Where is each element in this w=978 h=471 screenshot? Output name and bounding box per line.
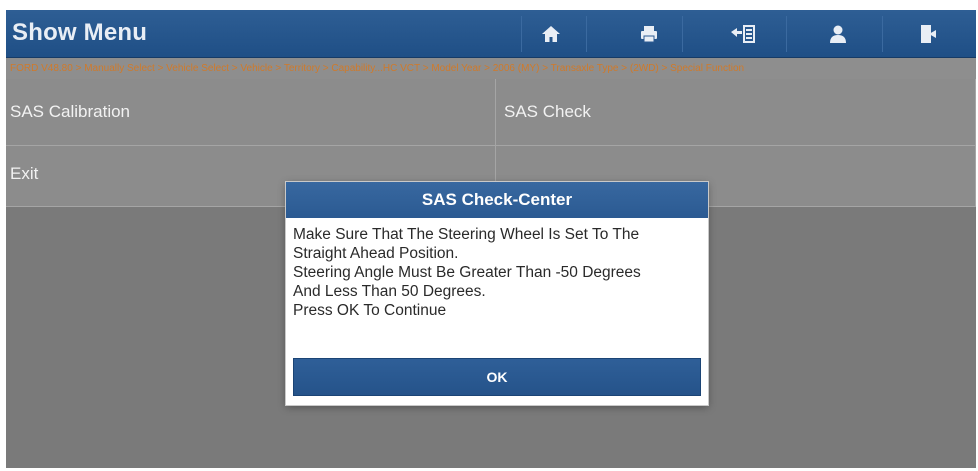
toolbar-divider [682,16,683,52]
dialog-message-line: And Less Than 50 Degrees. [293,283,486,300]
menu-item-sas-check[interactable]: SAS Check [496,79,976,146]
user-icon [830,25,846,43]
print-icon [641,25,657,42]
ok-button[interactable]: OK [293,358,701,396]
dialog-message-line: Steering Angle Must Be Greater Than -50 … [293,264,641,281]
home-icon [542,25,560,42]
toolbar-divider [586,16,587,52]
dialog-message-line: Make Sure That The Steering Wheel Is Set… [293,226,640,243]
menu-item-label: Exit [10,164,39,183]
page-title: Show Menu [12,19,148,46]
top-toolbar: Show Menu [6,10,976,58]
menu-item-sas-calibration[interactable]: SAS Calibration [6,79,496,146]
dialog-title: SAS Check-Center [286,182,708,218]
app-screen: Show Menu FORD V48.80 > Manually Select … [6,10,976,468]
dialog-message-line: Press OK To Continue [293,302,447,319]
home-button[interactable] [521,10,581,57]
sas-check-dialog: SAS Check-Center Make Sure That The Stee… [286,182,708,405]
user-button[interactable] [808,10,868,57]
report-icon [731,24,755,43]
menu-item-label: SAS Calibration [10,102,131,121]
exit-icon [921,24,936,43]
report-button[interactable] [713,10,773,57]
menu-item-label: SAS Check [504,102,591,121]
dialog-message: Make Sure That The Steering Wheel Is Set… [293,225,703,320]
breadcrumb: FORD V48.80 > Manually Select > Vehicle … [6,58,976,79]
toolbar-divider [882,16,883,52]
dialog-message-line: Straight Ahead Position. [293,245,459,262]
exit-button[interactable] [898,10,958,57]
print-button[interactable] [619,10,679,57]
toolbar-divider [786,16,787,52]
